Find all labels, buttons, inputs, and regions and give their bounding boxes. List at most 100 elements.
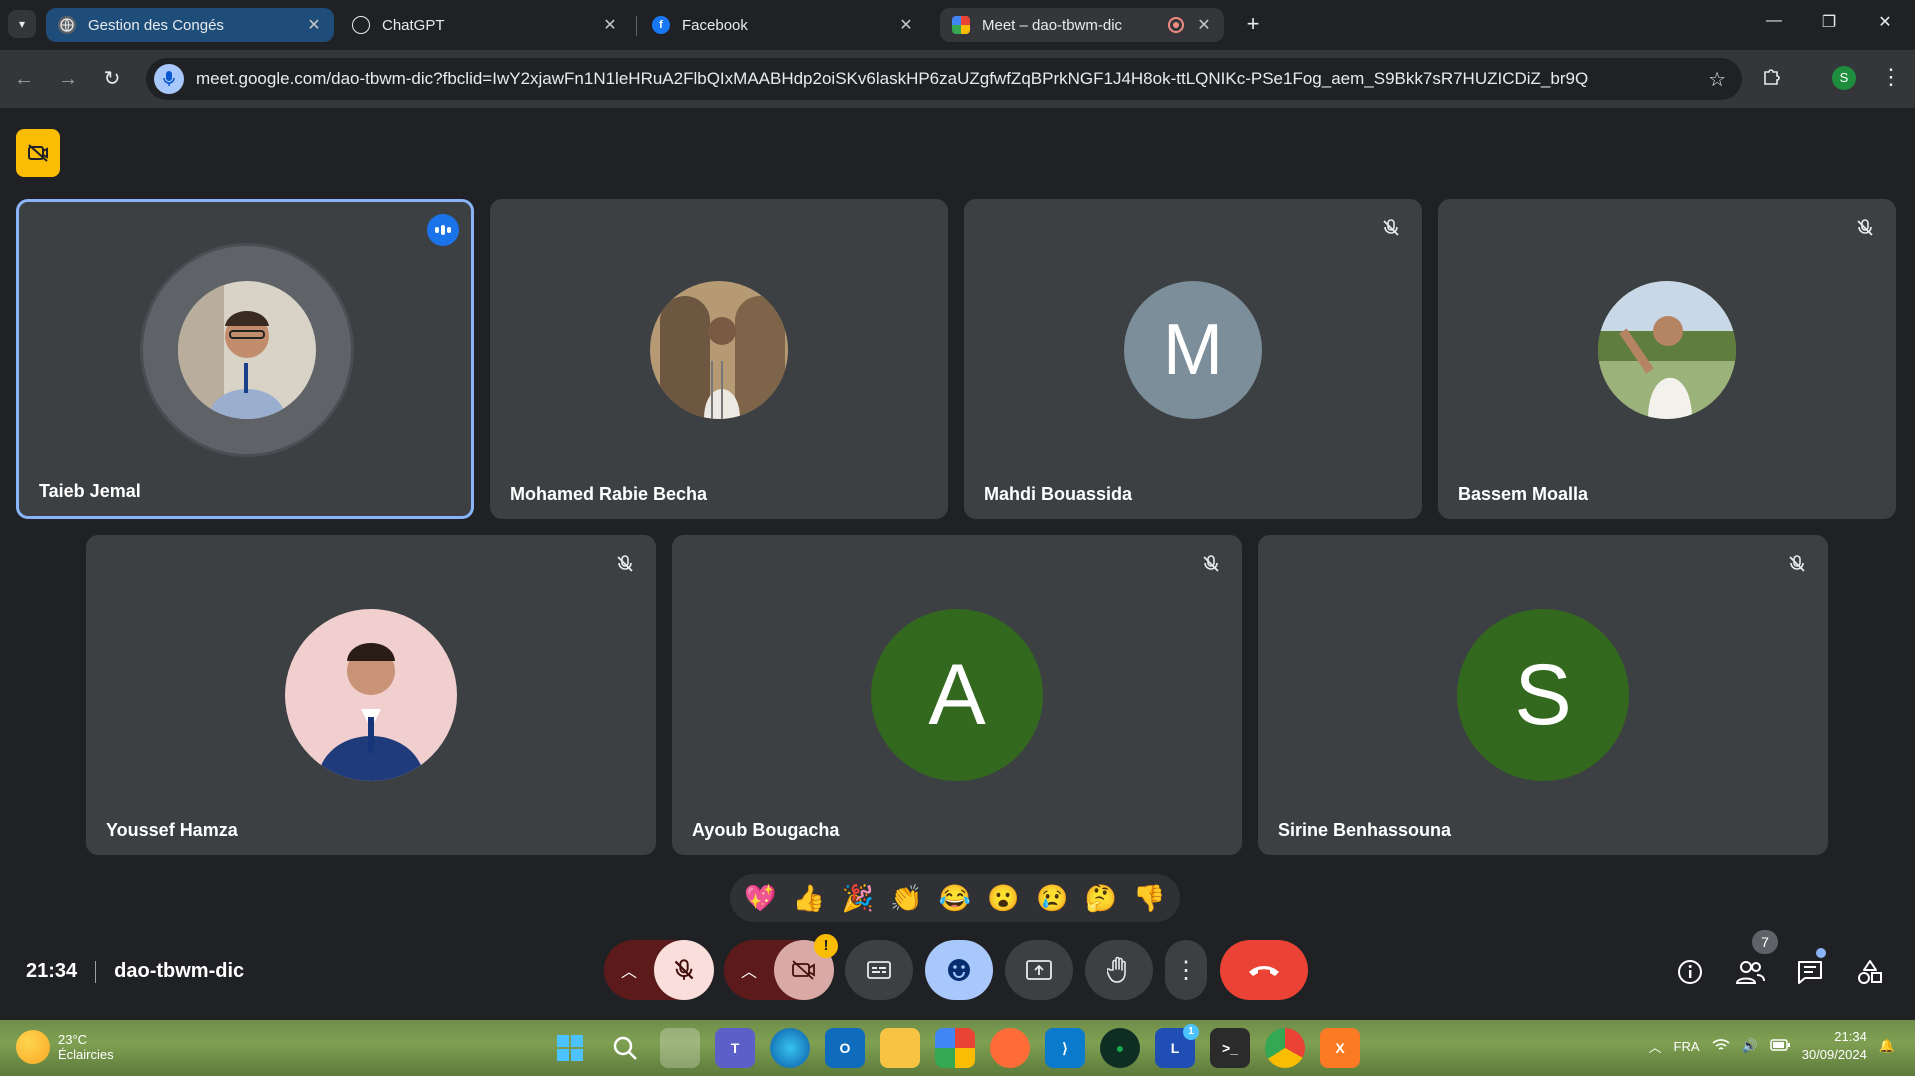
tab-bar: ▾ Gestion des Congés ✕ ChatGPT ✕ f Faceb… (0, 0, 1915, 50)
reload-icon[interactable]: ↻ (98, 65, 126, 93)
tab-title: Facebook (682, 16, 748, 34)
mic-off-icon (1850, 213, 1880, 243)
app-l-icon[interactable]: L1 (1155, 1024, 1199, 1068)
mongodb-icon[interactable]: ● (1100, 1028, 1140, 1068)
activities-icon[interactable] (1852, 954, 1888, 990)
file-explorer-icon[interactable] (880, 1028, 920, 1068)
reaction-thumbs-down[interactable]: 👎 (1130, 878, 1170, 918)
participant-tile[interactable]: M Mahdi Bouassida (964, 199, 1422, 519)
video-off-indicator-icon[interactable] (16, 129, 60, 177)
facebook-icon: f (652, 16, 670, 34)
more-options-icon[interactable]: ⋮ (1165, 940, 1207, 1000)
meeting-code: dao-tbwm-dic (114, 960, 245, 982)
participant-tile[interactable]: Youssef Hamza (86, 535, 656, 855)
photos-icon[interactable] (935, 1028, 975, 1068)
tab-gestion-des-conges[interactable]: Gestion des Congés ✕ (46, 8, 334, 42)
battery-icon[interactable] (1769, 1038, 1790, 1054)
profile-avatar[interactable]: S (1832, 66, 1856, 90)
tab-search-button[interactable]: ▾ (8, 10, 36, 38)
show-hidden-icons-chevron-up-icon[interactable]: ︿ (1649, 1037, 1662, 1056)
participant-tile[interactable]: Taieb Jemal (16, 199, 474, 519)
closed-captions-icon (867, 961, 891, 979)
minimize-button[interactable]: — (1759, 12, 1789, 36)
browser-menu-icon[interactable]: ⋮ (1880, 64, 1902, 90)
captions-button[interactable] (845, 940, 913, 1000)
tab-separator (636, 16, 637, 36)
volume-icon[interactable]: 🔊 (1742, 1038, 1758, 1054)
close-icon[interactable]: ✕ (304, 15, 324, 35)
reaction-clapping[interactable]: 👏 (886, 878, 926, 918)
reaction-thinking[interactable]: 🤔 (1081, 878, 1121, 918)
weather-sun-icon (16, 1030, 50, 1064)
notifications-bell-icon[interactable]: 🔔 (1879, 1038, 1895, 1054)
back-arrow-icon[interactable]: ← (10, 65, 38, 93)
close-window-button[interactable]: ✕ (1870, 12, 1900, 36)
camera-off-icon (792, 960, 815, 980)
tab-meet[interactable]: Meet – dao-tbwm-dic ✕ (940, 8, 1224, 42)
present-screen-icon (1026, 960, 1052, 980)
clock[interactable]: 21:34 30/09/2024 (1802, 1028, 1867, 1064)
meeting-time: 21:34 (26, 960, 78, 982)
recording-icon (1168, 17, 1184, 33)
participant-name: Bassem Moalla (1458, 484, 1589, 504)
bookmark-star-icon[interactable]: ☆ (1708, 67, 1726, 92)
microphone-toggle-button[interactable] (654, 940, 714, 1000)
close-icon[interactable]: ✕ (1194, 15, 1214, 35)
tab-chatgpt[interactable]: ChatGPT ✕ (340, 8, 630, 42)
participant-tile[interactable]: Bassem Moalla (1438, 199, 1896, 519)
close-icon[interactable]: ✕ (600, 15, 620, 35)
reaction-thumbs-up[interactable]: 👍 (789, 878, 829, 918)
close-icon[interactable]: ✕ (896, 15, 916, 35)
tab-facebook[interactable]: f Facebook ✕ (640, 8, 926, 42)
camera-toggle-button[interactable]: ! (774, 934, 838, 1000)
clock-time: 21:34 (1834, 1029, 1867, 1044)
reaction-laughing[interactable]: 😂 (935, 878, 975, 918)
people-icon[interactable] (1732, 954, 1768, 990)
task-view-icon[interactable] (660, 1028, 700, 1068)
present-screen-button[interactable] (1005, 940, 1073, 1000)
camera-warning-badge: ! (814, 934, 838, 958)
new-tab-button[interactable]: + (1240, 12, 1266, 38)
participant-name: Mahdi Bouassida (984, 484, 1133, 504)
search-icon[interactable] (605, 1028, 645, 1068)
reaction-sparkling-heart[interactable]: 💖 (740, 878, 780, 918)
reaction-party-popper[interactable]: 🎉 (838, 878, 878, 918)
edge-icon[interactable] (770, 1028, 810, 1068)
participant-name: Youssef Hamza (106, 820, 238, 840)
participant-tile[interactable]: S Sirine Benhassouna (1258, 535, 1828, 855)
terminal-icon[interactable]: >_ (1210, 1028, 1250, 1068)
reaction-surprised[interactable]: 😮 (984, 878, 1024, 918)
raise-hand-button[interactable] (1085, 940, 1153, 1000)
weather-widget[interactable]: 23°C Éclaircies (16, 1030, 114, 1064)
reaction-crying[interactable]: 😢 (1032, 878, 1072, 918)
windows-start-icon[interactable] (550, 1028, 590, 1068)
participant-tile[interactable]: A Ayoub Bougacha (672, 535, 1242, 855)
extensions-icon[interactable] (1762, 66, 1782, 92)
taskbar-apps: T O ⟩ ● L1 >_ X (550, 1024, 1360, 1068)
meeting-details-info-icon[interactable] (1672, 954, 1708, 990)
chat-icon[interactable] (1792, 954, 1828, 990)
wifi-icon[interactable] (1712, 1038, 1730, 1055)
teams-icon[interactable]: T (715, 1028, 755, 1068)
audio-options-chevron-up-icon[interactable]: ︿ (604, 940, 654, 1000)
vscode-icon[interactable]: ⟩ (1045, 1028, 1085, 1068)
leave-call-button[interactable] (1220, 940, 1308, 1000)
forward-arrow-icon[interactable]: → (54, 65, 82, 93)
postman-icon[interactable] (990, 1028, 1030, 1068)
chrome-icon[interactable] (1265, 1028, 1305, 1068)
reactions-bar: 💖 👍 🎉 👏 😂 😮 😢 🤔 👎 (730, 874, 1180, 922)
emoji-reactions-button[interactable] (925, 940, 993, 1000)
restore-button[interactable]: ❐ (1814, 12, 1844, 36)
participant-tile[interactable]: Mohamed Rabie Becha (490, 199, 948, 519)
language-indicator[interactable]: FRA (1674, 1039, 1700, 1054)
video-options-chevron-up-icon[interactable]: ︿ (724, 940, 774, 1000)
microphone-icon[interactable] (154, 64, 184, 94)
system-tray: ︿ FRA 🔊 21:34 30/09/2024 🔔 (1649, 1028, 1895, 1064)
meeting-details: 21:34 dao-tbwm-dic (26, 960, 244, 983)
mic-off-icon (1196, 549, 1226, 579)
xampp-icon[interactable]: X (1320, 1028, 1360, 1068)
participant-count-badge: 7 (1752, 930, 1778, 954)
tab-title: ChatGPT (382, 16, 445, 34)
outlook-icon[interactable]: O (825, 1028, 865, 1068)
url-input[interactable]: meet.google.com/dao-tbwm-dic?fbclid=IwY2… (146, 58, 1742, 100)
